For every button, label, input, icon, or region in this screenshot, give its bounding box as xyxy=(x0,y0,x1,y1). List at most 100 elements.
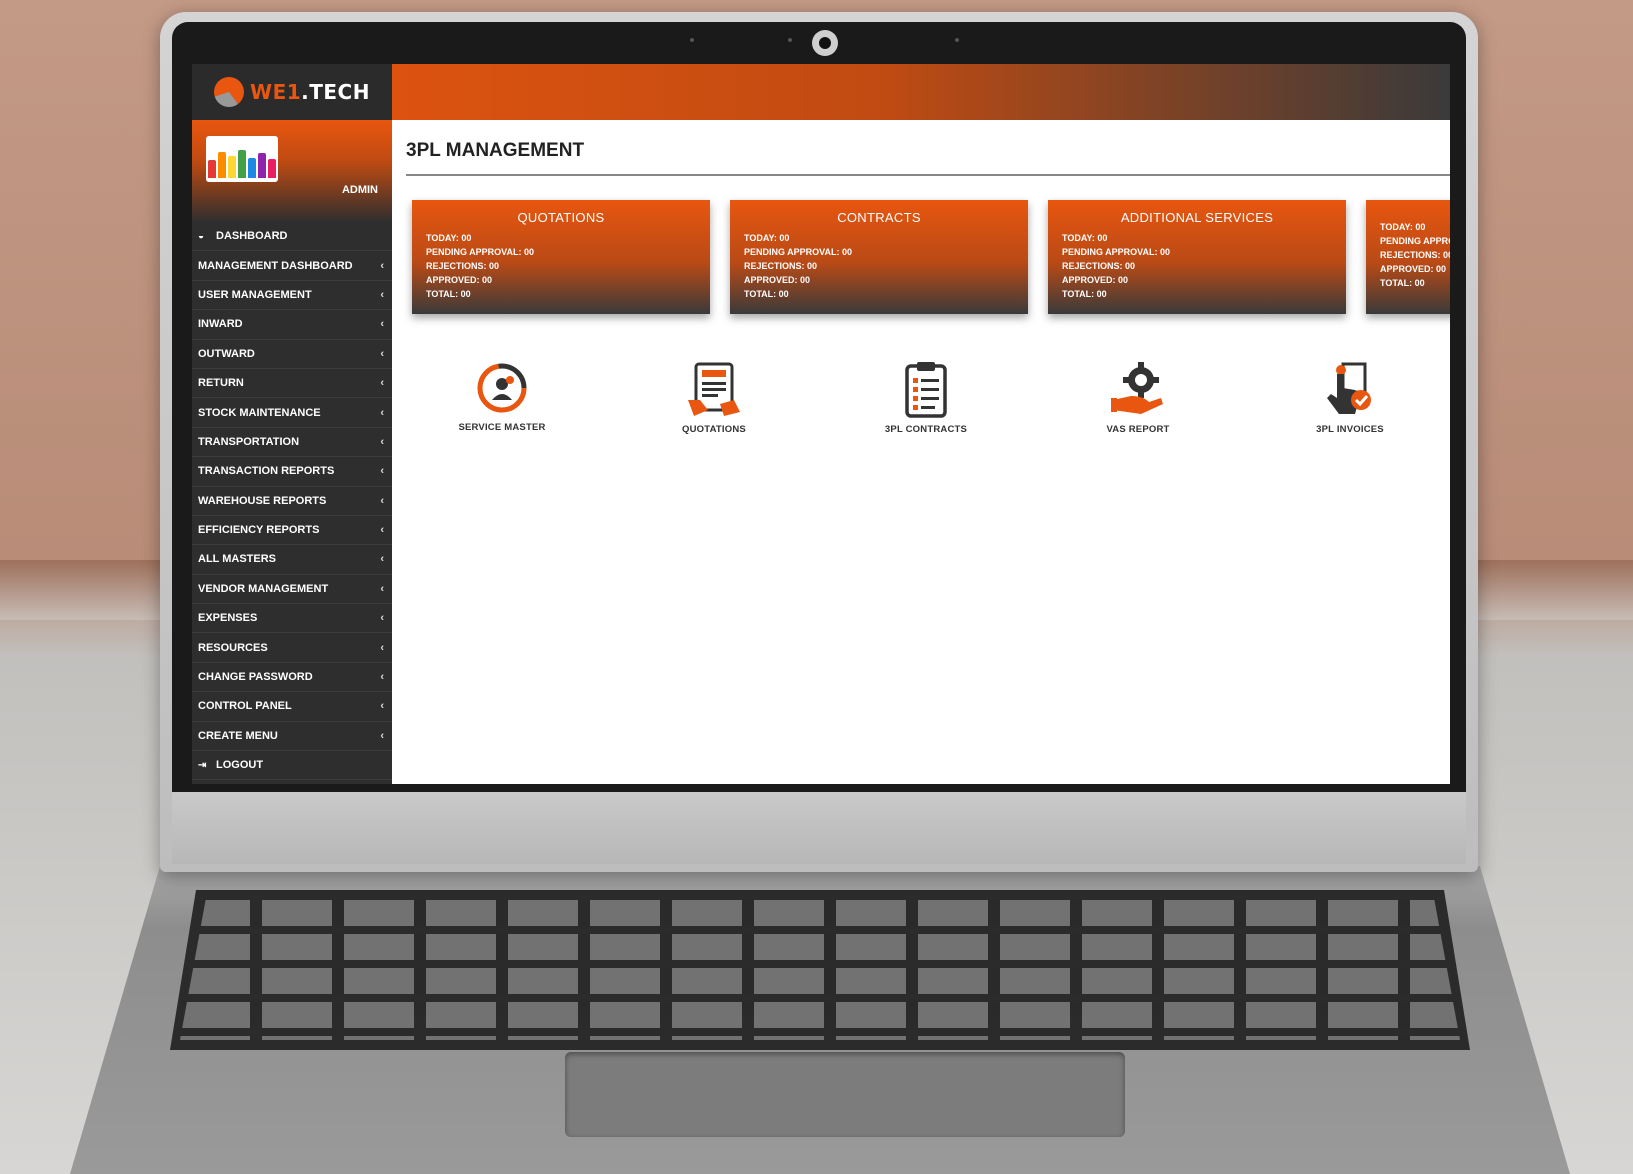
logout-icon: ⇥ xyxy=(198,759,207,771)
tile-label: 3PL INVOICES xyxy=(1316,424,1384,435)
sidebar-item-warehouse-reports[interactable]: WAREHOUSE REPORTS ‹ xyxy=(192,487,392,516)
sidebar-item-dashboard[interactable]: ◒ DASHBOARD xyxy=(192,222,392,252)
service-master-tile[interactable]: SERVICE MASTER xyxy=(432,360,572,433)
brand-name: WE1.TECH xyxy=(250,80,370,104)
sidebar: ADMIN ◒ DASHBOARD MANAGEMENT DASHBOARD ‹ USE… xyxy=(192,120,392,784)
quote-icon xyxy=(688,362,740,416)
sidebar-item-logout[interactable]: ⇥ LOGOUT xyxy=(192,751,392,781)
top-bar: WE1.TECH xyxy=(192,64,1450,120)
sidebar-item-efficiency-reports[interactable]: EFFICIENCY REPORTS ‹ xyxy=(192,516,392,546)
sidebar-item-label: TRANSACTION REPORTS xyxy=(198,465,335,478)
card-stats: TODAY: 00 PENDING APPROVAL: 00 REJECTIONS:… xyxy=(1062,233,1171,299)
chevron-left-icon: ‹ xyxy=(380,553,384,566)
sensor-dot xyxy=(788,38,792,42)
quotations-card[interactable]: QUOTATIONS TODAY: 00 PENDING APPROVAL: 00… xyxy=(412,200,710,314)
sidebar-item-label: OUTWARD xyxy=(198,347,255,360)
sidebar-item-resources[interactable]: RESOURCES ‹ xyxy=(192,633,392,663)
chevron-left-icon: ‹ xyxy=(380,259,384,272)
sidebar-item-return[interactable]: RETURN ‹ xyxy=(192,369,392,399)
webcam-icon xyxy=(812,30,838,56)
chevron-left-icon: ‹ xyxy=(380,729,384,742)
sensor-dot xyxy=(955,38,959,42)
sidebar-item-change-password[interactable]: CHANGE PASSWORD ‹ xyxy=(192,663,392,693)
sidebar-item-management-dashboard[interactable]: MANAGEMENT DASHBOARD ‹ xyxy=(192,251,392,281)
app-screen: WE1.TECH ADMIN ◒ DASHBOARD MANAGEMENT DASH… xyxy=(192,64,1450,784)
gear-hand-icon xyxy=(1111,362,1163,414)
sidebar-item-label: CONTROL PANEL xyxy=(198,700,292,713)
contracts-card[interactable]: CONTRACTS TODAY: 00 PENDING APPROVAL: 00 R… xyxy=(730,200,1028,314)
sidebar-item-all-masters[interactable]: ALL MASTERS ‹ xyxy=(192,545,392,575)
chevron-left-icon: ‹ xyxy=(380,347,384,360)
chevron-left-icon: ‹ xyxy=(380,288,384,301)
sidebar-item-user-management[interactable]: USER MANAGEMENT ‹ xyxy=(192,281,392,311)
quotations-tile[interactable]: QUOTATIONS xyxy=(644,360,784,435)
additional-services-card[interactable]: ADDITIONAL SERVICES TODAY: 00 PENDING APP… xyxy=(1048,200,1346,314)
chevron-left-icon: ‹ xyxy=(380,494,384,507)
sidebar-item-label: TRANSPORTATION xyxy=(198,435,300,448)
sidebar-item-transportation[interactable]: TRANSPORTATION ‹ xyxy=(192,428,392,458)
vas-report-tile[interactable]: VAS REPORT xyxy=(1068,360,1208,435)
tile-label: SERVICE MASTER xyxy=(458,422,546,433)
3pl-contracts-tile[interactable]: 3PL CONTRACTS xyxy=(856,360,996,435)
sidebar-item-label: ALL MASTERS xyxy=(198,553,277,566)
page-title: 3PL MANAGEMENT xyxy=(406,140,585,161)
chevron-left-icon: ‹ xyxy=(380,377,384,390)
chevron-left-icon: ‹ xyxy=(380,524,384,537)
chevron-left-icon: ‹ xyxy=(380,465,384,478)
main-content: 3PL MANAGEMENT QUOTATIONS TODAY: 00 PENDI… xyxy=(392,120,1450,784)
sidebar-item-label: USER MANAGEMENT xyxy=(198,288,312,301)
sidebar-item-control-panel[interactable]: CONTROL PANEL ‹ xyxy=(192,692,392,722)
card-stats: TODAY: 00 PENDING APPROVAL: 00 REJECTIONS:… xyxy=(426,233,535,299)
chevron-left-icon: ‹ xyxy=(380,700,384,713)
card-stats: TODAY: 00PENDING APPROVREJECTIONS: 00APP… xyxy=(1380,222,1450,288)
chevron-left-icon: ‹ xyxy=(380,435,384,448)
sidebar-item-label: RETURN xyxy=(198,377,244,390)
brand-mark-icon xyxy=(214,77,245,107)
service-master-icon xyxy=(477,363,527,413)
card-title: ADDITIONAL SERVICES xyxy=(1120,210,1274,225)
sidebar-item-transaction-reports[interactable]: TRANSACTION REPORTS ‹ xyxy=(192,457,392,487)
tile-label: QUOTATIONS xyxy=(682,424,746,435)
sidebar-menu: ◒ DASHBOARD MANAGEMENT DASHBOARD ‹ USER MANA… xyxy=(192,222,392,781)
sidebar-item-label: INWARD xyxy=(198,318,243,331)
sidebar-item-expenses[interactable]: EXPENSES ‹ xyxy=(192,604,392,634)
clipboard-icon xyxy=(905,362,947,418)
sidebar-item-label: EXPENSES xyxy=(198,612,258,625)
card-title: CONTRACTS xyxy=(837,210,921,225)
screen-chin xyxy=(172,792,1466,864)
chevron-left-icon: ‹ xyxy=(380,612,384,625)
chevron-left-icon: ‹ xyxy=(380,406,384,419)
profile-panel: ADMIN xyxy=(192,120,392,222)
sidebar-item-label: DASHBOARD xyxy=(216,230,288,243)
sidebar-item-create-menu[interactable]: CREATE MENU ‹ xyxy=(192,722,392,752)
chevron-left-icon: ‹ xyxy=(380,318,384,331)
avatar[interactable] xyxy=(206,136,278,182)
brand-logo[interactable]: WE1.TECH xyxy=(192,64,392,120)
dashboard-icon: ◒ xyxy=(198,230,205,242)
card-title: QUOTATIONS xyxy=(517,210,605,225)
title-divider xyxy=(406,174,1450,176)
sidebar-item-label: VENDOR MANAGEMENT xyxy=(198,582,329,595)
sidebar-item-label: STOCK MAINTENANCE xyxy=(198,406,321,419)
chevron-left-icon: ‹ xyxy=(380,641,384,654)
sidebar-item-label: MANAGEMENT DASHBOARD xyxy=(198,259,353,272)
sidebar-item-inward[interactable]: INWARD ‹ xyxy=(192,310,392,340)
sidebar-item-outward[interactable]: OUTWARD ‹ xyxy=(192,340,392,369)
3pl-invoices-tile[interactable]: 3PL INVOICES xyxy=(1280,360,1420,435)
tile-label: 3PL CONTRACTS xyxy=(884,424,968,435)
laptop-trackpad xyxy=(565,1052,1125,1137)
sidebar-item-label: CREATE MENU xyxy=(198,729,278,742)
invoice-tap-icon xyxy=(1327,362,1371,414)
sidebar-item-label: WAREHOUSE REPORTS xyxy=(198,494,327,507)
sidebar-item-stock-maintenance[interactable]: STOCK MAINTENANCE ‹ xyxy=(192,398,392,428)
sidebar-item-vendor-management[interactable]: VENDOR MANAGEMENT ‹ xyxy=(192,575,392,605)
sidebar-item-label: LOGOUT xyxy=(216,759,264,772)
sensor-dot xyxy=(690,38,694,42)
chevron-left-icon: ‹ xyxy=(380,582,384,595)
sidebar-item-label: CHANGE PASSWORD xyxy=(198,671,313,684)
user-role: ADMIN xyxy=(341,184,378,196)
partial-card[interactable]: TODAY: 00PENDING APPROVREJECTIONS: 00APP… xyxy=(1366,200,1450,314)
tile-label: VAS REPORT xyxy=(1106,424,1170,435)
sidebar-item-label: EFFICIENCY REPORTS xyxy=(198,524,320,537)
sidebar-item-label: RESOURCES xyxy=(198,641,268,654)
